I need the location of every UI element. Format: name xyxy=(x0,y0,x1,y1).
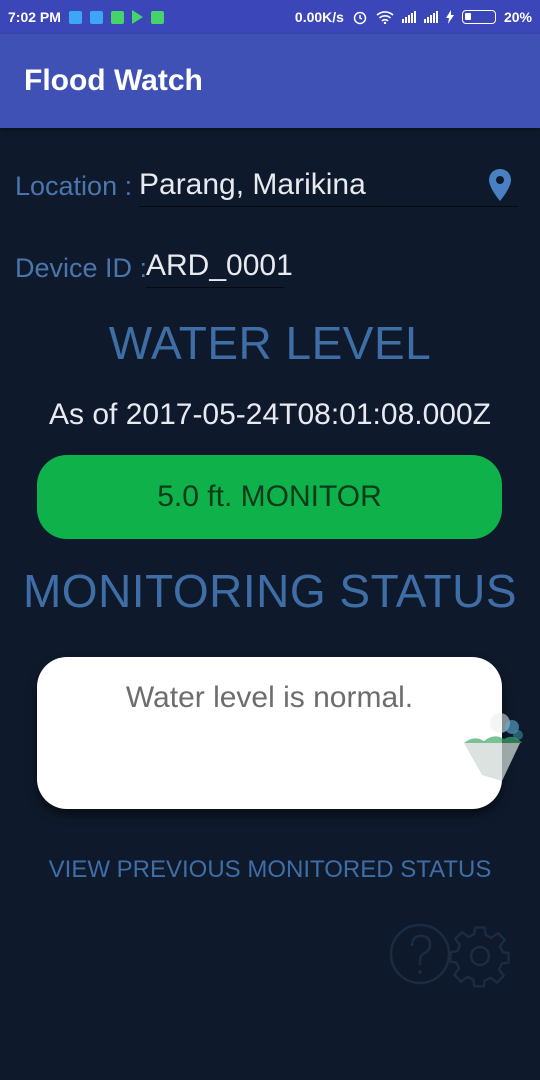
status-bar: 7:02 PM 0.00K/s 20% xyxy=(0,0,540,34)
water-level-timestamp: As of 2017-05-24T08:01:08.000Z xyxy=(49,398,491,431)
monitoring-status-heading: MONITORING STATUS xyxy=(22,565,518,617)
status-message: Water level is normal. xyxy=(125,681,414,714)
charging-icon xyxy=(445,10,454,24)
android-icon xyxy=(110,10,124,24)
water-level-reading[interactable]: 5.0 ft. MONITOR xyxy=(37,455,502,539)
device-id-field[interactable]: ARD_0001 xyxy=(146,249,293,288)
status-message-card: Water level is normal. xyxy=(37,657,502,809)
location-label: Location : xyxy=(15,171,133,201)
device-id-label: Device ID : xyxy=(15,253,148,283)
view-previous-status-button[interactable]: VIEW PREVIOUS MONITORED STATUS xyxy=(0,856,540,884)
usb-icon xyxy=(68,10,82,24)
water-level-heading: WATER LEVEL xyxy=(108,317,432,369)
app-bar: Flood Watch xyxy=(0,34,540,128)
status-time: 7:02 PM xyxy=(8,9,61,25)
battery-percent: 20% xyxy=(503,9,532,25)
gear-icon[interactable] xyxy=(448,922,512,988)
status-right: 0.00K/s 20% xyxy=(295,9,532,25)
app-title: Flood Watch xyxy=(24,64,203,97)
android-icon xyxy=(150,10,164,24)
island-icon xyxy=(464,713,523,781)
alarm-icon xyxy=(353,11,367,25)
net-speed: 0.00K/s xyxy=(294,9,344,25)
location-field[interactable]: Parang, Marikina xyxy=(139,168,518,207)
battery-icon xyxy=(461,10,496,24)
signal-icon xyxy=(423,11,438,23)
status-left: 7:02 PM xyxy=(8,9,164,25)
location-pin-icon[interactable] xyxy=(487,168,513,202)
play-store-icon xyxy=(131,10,143,24)
help-icon[interactable] xyxy=(389,921,453,987)
wifi-icon xyxy=(376,11,394,24)
signal-icon xyxy=(401,11,416,23)
notification-icon xyxy=(89,10,103,24)
